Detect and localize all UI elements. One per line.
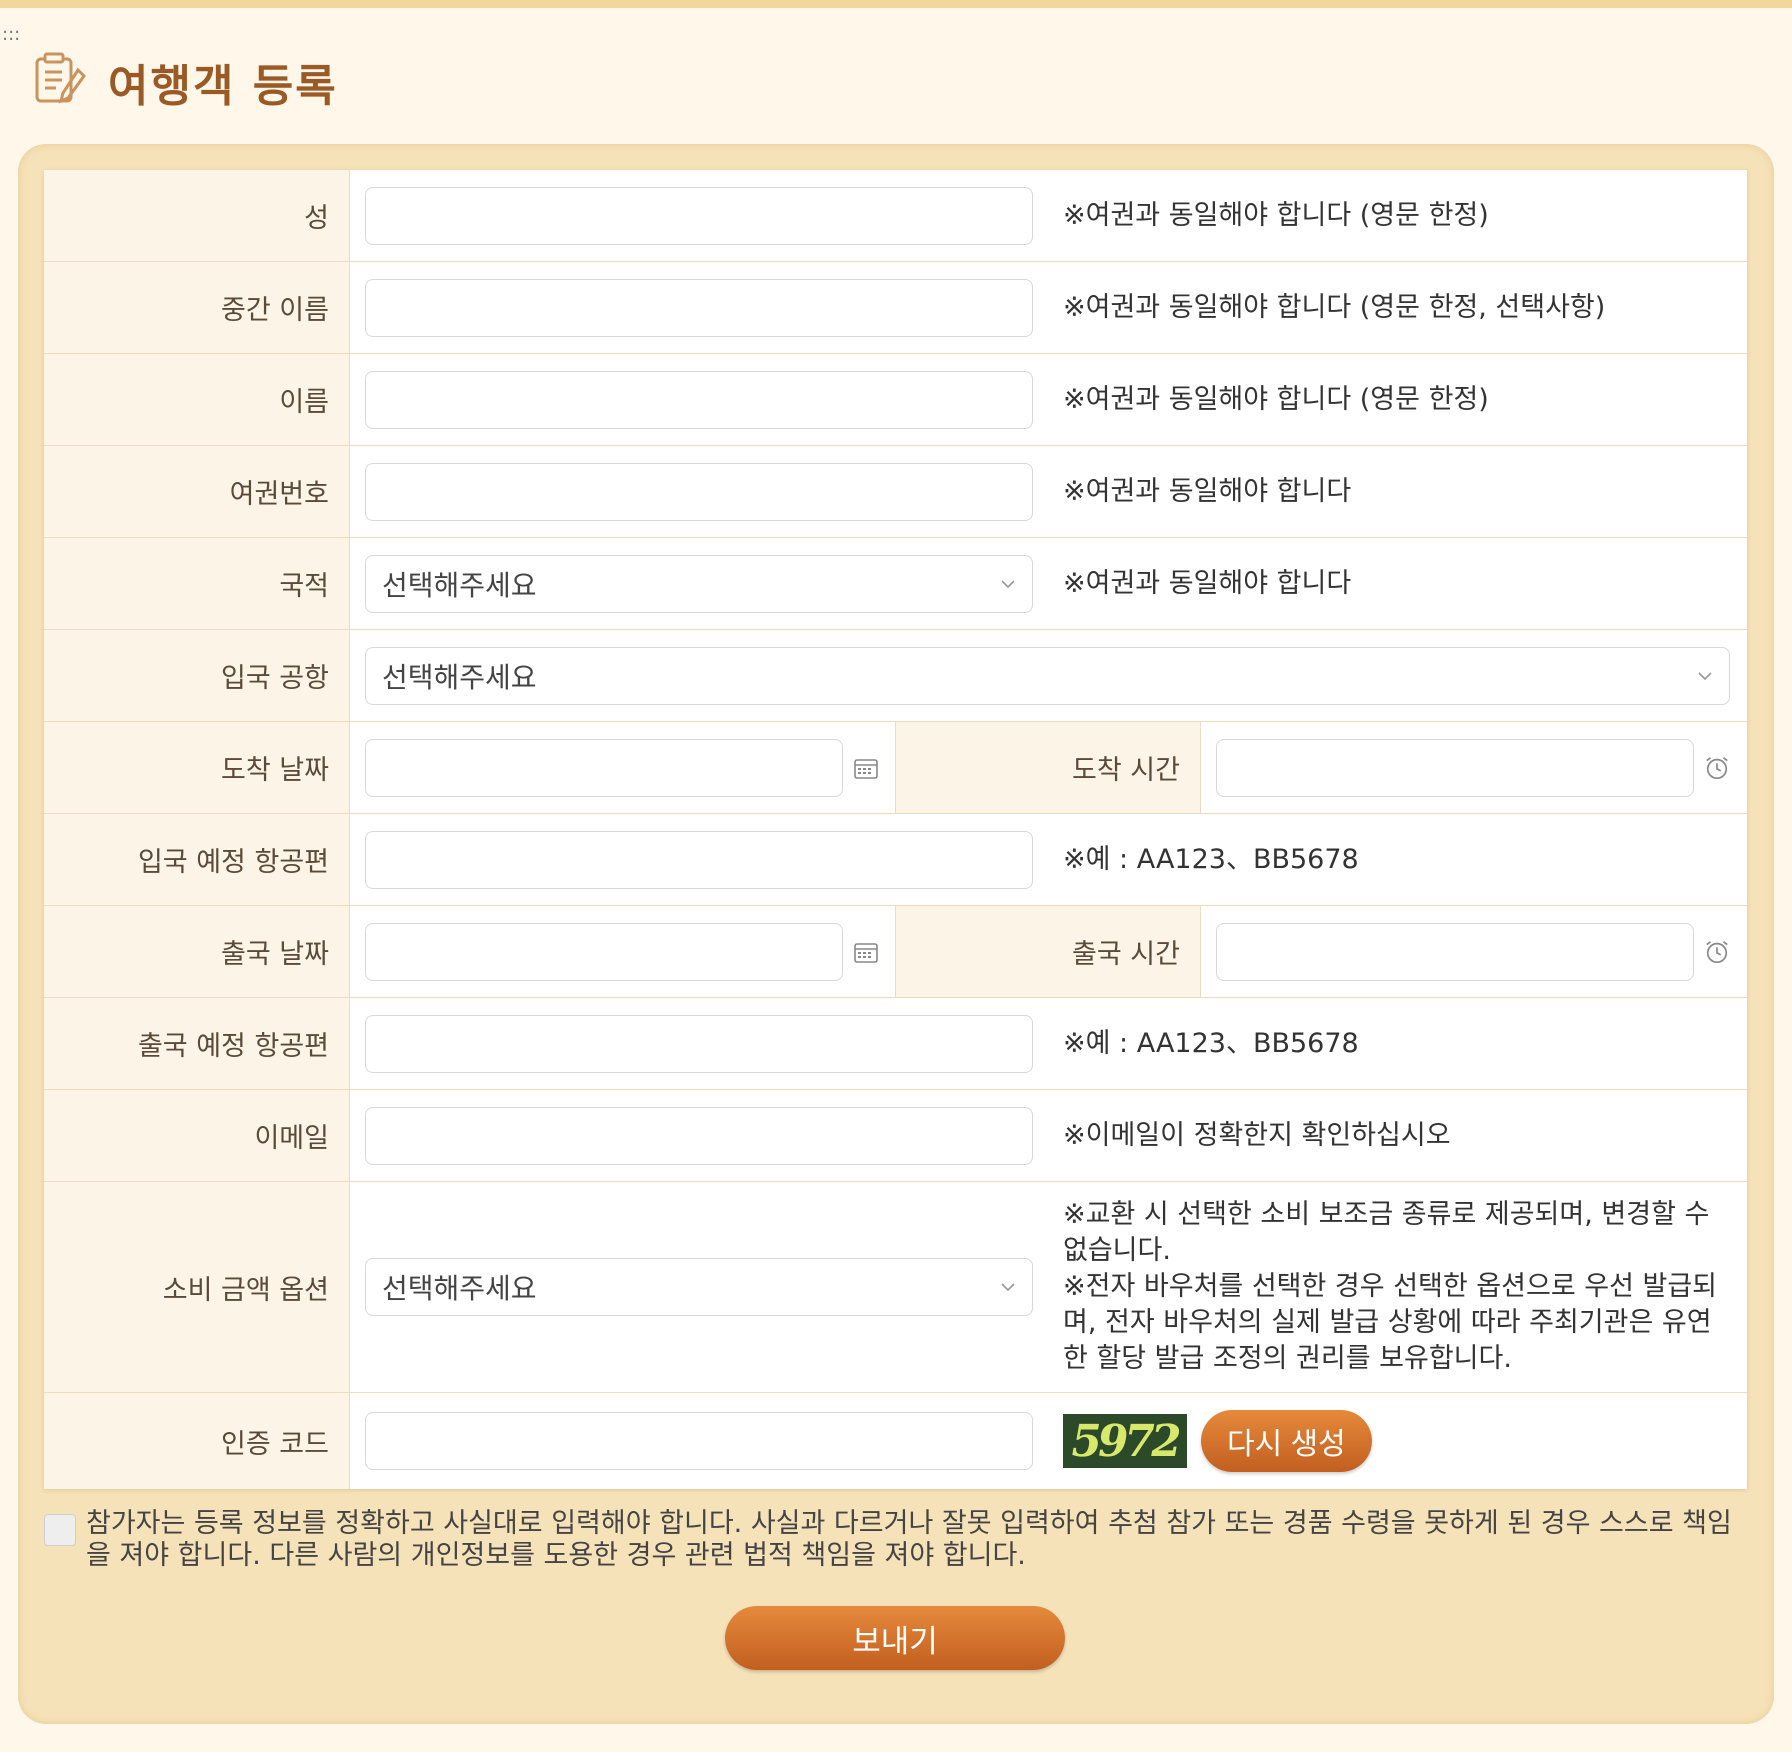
calendar-icon[interactable] bbox=[853, 755, 879, 781]
spending-option-label: 소비 금액 옵션 bbox=[44, 1182, 350, 1392]
captcha-code: 5972 bbox=[1066, 1416, 1182, 1467]
agreement-checkbox[interactable] bbox=[44, 1514, 76, 1546]
last-name-input[interactable] bbox=[365, 186, 1033, 245]
page-title: 여행객 등록 bbox=[108, 61, 338, 112]
row-airport: 입국 공항 선택해주세요 bbox=[44, 630, 1747, 722]
regenerate-captcha-button[interactable]: 다시 생성 bbox=[1201, 1410, 1372, 1472]
row-nationality: 국적 선택해주세요 ※여권과 동일해야 합니다 bbox=[44, 538, 1747, 630]
departure-time-input[interactable] bbox=[1216, 922, 1694, 981]
chevron-down-icon bbox=[1698, 671, 1712, 680]
airport-label: 입국 공항 bbox=[44, 630, 350, 721]
arrival-time-input[interactable] bbox=[1216, 738, 1694, 797]
email-label: 이메일 bbox=[44, 1090, 350, 1181]
airport-select-value: 선택해주세요 bbox=[382, 660, 537, 694]
row-email: 이메일 ※이메일이 정확한지 확인하십시오 bbox=[44, 1090, 1747, 1182]
registration-form: 성 ※여권과 동일해야 합니다 (영문 한정) 중간 이름 ※여권과 동일해야 … bbox=[44, 170, 1747, 1489]
agreement-text: 참가자는 등록 정보를 정확하고 사실대로 입력해야 합니다. 사실과 다르거나… bbox=[86, 1508, 1732, 1571]
arrival-date-label: 도착 날짜 bbox=[44, 722, 350, 813]
spending-option-note-2: ※전자 바우처를 선택한 경우 선택한 옵션으로 우선 발급되며, 전자 바우처… bbox=[1063, 1271, 1718, 1374]
drag-handle[interactable]: ::: bbox=[2, 26, 20, 44]
row-departure-flight: 출국 예정 항공편 ※예 : AA123、BB5678 bbox=[44, 998, 1747, 1090]
chevron-down-icon bbox=[1001, 579, 1015, 588]
top-accent-bar bbox=[0, 0, 1792, 8]
agreement: 참가자는 등록 정보를 정확하고 사실대로 입력해야 합니다. 사실과 다르거나… bbox=[44, 1508, 1744, 1572]
captcha-input[interactable] bbox=[365, 1412, 1033, 1470]
departure-date-input[interactable] bbox=[365, 922, 843, 981]
submit-button[interactable]: 보내기 bbox=[725, 1606, 1065, 1670]
row-passport: 여권번호 ※여권과 동일해야 합니다 bbox=[44, 446, 1747, 538]
form-document-icon bbox=[34, 52, 88, 112]
middle-name-label: 중간 이름 bbox=[44, 262, 350, 353]
airport-select[interactable]: 선택해주세요 bbox=[365, 646, 1730, 705]
first-name-label: 이름 bbox=[44, 354, 350, 445]
email-input[interactable] bbox=[365, 1106, 1033, 1165]
row-arrival: 도착 날짜 도착 시간 bbox=[44, 722, 1747, 814]
departure-flight-input[interactable] bbox=[365, 1014, 1033, 1073]
row-departure: 출국 날짜 출국 시간 bbox=[44, 906, 1747, 998]
departure-flight-label: 출국 예정 항공편 bbox=[44, 998, 350, 1089]
spending-option-notes: ※교환 시 선택한 소비 보조금 종류로 제공되며, 변경할 수 없습니다. ※… bbox=[1063, 1197, 1733, 1377]
captcha-image: 5972 bbox=[1063, 1414, 1187, 1468]
nationality-label: 국적 bbox=[44, 538, 350, 629]
first-name-input[interactable] bbox=[365, 370, 1033, 429]
arrival-flight-label: 입국 예정 항공편 bbox=[44, 814, 350, 905]
middle-name-input[interactable] bbox=[365, 278, 1033, 337]
departure-flight-note: ※예 : AA123、BB5678 bbox=[1063, 1027, 1359, 1059]
nationality-select[interactable]: 선택해주세요 bbox=[365, 554, 1033, 613]
middle-name-note: ※여권과 동일해야 합니다 (영문 한정, 선택사항) bbox=[1063, 291, 1606, 323]
email-note: ※이메일이 정확한지 확인하십시오 bbox=[1063, 1119, 1451, 1151]
row-arrival-flight: 입국 예정 항공편 ※예 : AA123、BB5678 bbox=[44, 814, 1747, 906]
spending-option-value: 선택해주세요 bbox=[382, 1272, 537, 1305]
arrival-flight-note: ※예 : AA123、BB5678 bbox=[1063, 843, 1359, 875]
last-name-note: ※여권과 동일해야 합니다 (영문 한정) bbox=[1063, 199, 1489, 231]
spending-option-note-1: ※교환 시 선택한 소비 보조금 종류로 제공되며, 변경할 수 없습니다. bbox=[1063, 1199, 1710, 1266]
nationality-select-value: 선택해주세요 bbox=[382, 568, 537, 602]
arrival-time-label: 도착 시간 bbox=[896, 722, 1201, 813]
nationality-note: ※여권과 동일해야 합니다 bbox=[1063, 567, 1352, 599]
arrival-date-input[interactable] bbox=[365, 738, 843, 797]
departure-time-label: 출국 시간 bbox=[896, 906, 1201, 997]
captcha-label: 인증 코드 bbox=[44, 1393, 350, 1489]
last-name-label: 성 bbox=[44, 170, 350, 261]
row-first-name: 이름 ※여권과 동일해야 합니다 (영문 한정) bbox=[44, 354, 1747, 446]
chevron-down-icon bbox=[1001, 1283, 1015, 1292]
alarm-clock-icon[interactable] bbox=[1704, 939, 1730, 965]
passport-label: 여권번호 bbox=[44, 446, 350, 537]
arrival-flight-input[interactable] bbox=[365, 830, 1033, 889]
row-last-name: 성 ※여권과 동일해야 합니다 (영문 한정) bbox=[44, 170, 1747, 262]
passport-input[interactable] bbox=[365, 462, 1033, 521]
passport-note: ※여권과 동일해야 합니다 bbox=[1063, 475, 1352, 507]
spending-option-select[interactable]: 선택해주세요 bbox=[365, 1258, 1033, 1316]
first-name-note: ※여권과 동일해야 합니다 (영문 한정) bbox=[1063, 383, 1489, 415]
calendar-icon[interactable] bbox=[853, 939, 879, 965]
departure-date-label: 출국 날짜 bbox=[44, 906, 350, 997]
page-header: 여행객 등록 bbox=[34, 50, 338, 114]
row-spending-option: 소비 금액 옵션 선택해주세요 ※교환 시 선택한 소비 보조금 종류로 제공되… bbox=[44, 1182, 1747, 1393]
row-middle-name: 중간 이름 ※여권과 동일해야 합니다 (영문 한정, 선택사항) bbox=[44, 262, 1747, 354]
row-captcha: 인증 코드 5972 다시 생성 bbox=[44, 1393, 1747, 1489]
alarm-clock-icon[interactable] bbox=[1704, 755, 1730, 781]
